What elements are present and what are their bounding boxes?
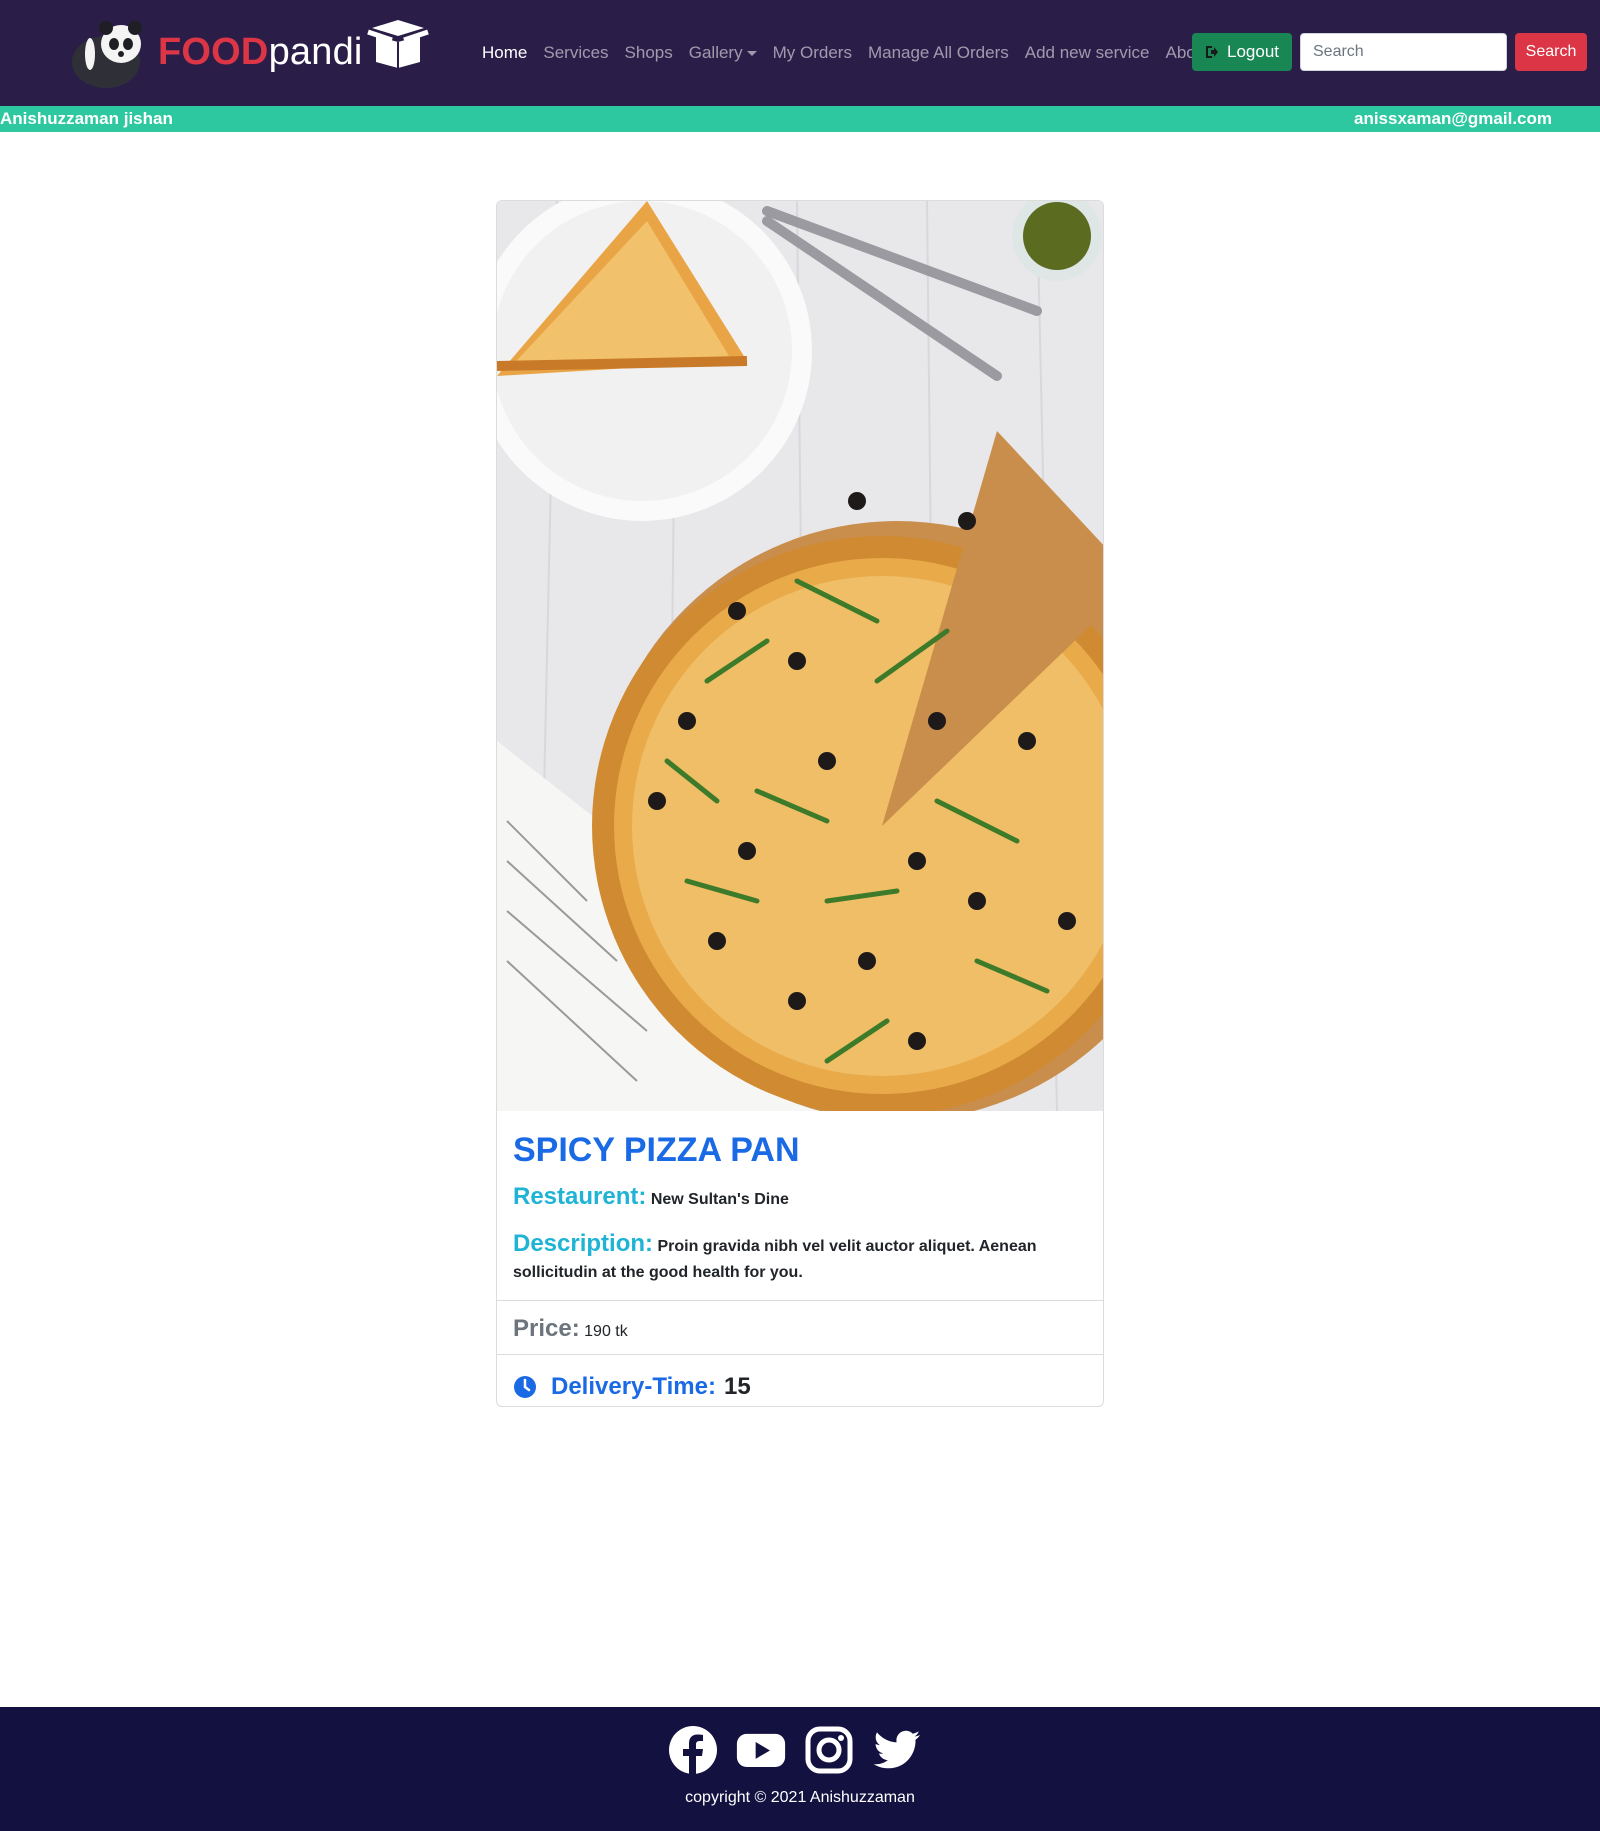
nav-services[interactable]: Services: [535, 43, 616, 63]
panda-logo-icon: [72, 21, 142, 88]
brand-pandi: pandi: [268, 30, 363, 73]
nav-gallery-label: Gallery: [688, 43, 743, 62]
nav-manage-all-orders[interactable]: Manage All Orders: [860, 43, 1017, 63]
price-label: Price:: [513, 1315, 580, 1342]
twitter-icon[interactable]: [872, 1725, 922, 1775]
youtube-icon[interactable]: [736, 1725, 786, 1775]
copyright-text: copyright © 2021 Anishuzzaman: [685, 1789, 915, 1806]
brand-name: FOOD pandi: [158, 31, 363, 74]
user-name: Anishuzzaman jishan: [0, 109, 173, 128]
user-email: anissxaman@gmail.com: [1354, 109, 1552, 128]
nav-add-new-service[interactable]: Add new service: [1017, 43, 1158, 63]
box-open-icon: [367, 20, 429, 68]
logout-button[interactable]: Logout: [1192, 33, 1292, 71]
brand-logo[interactable]: FOOD pandi: [66, 14, 436, 90]
caret-down-icon: [746, 51, 757, 57]
price-value: 190 tk: [584, 1323, 628, 1340]
search-input[interactable]: [1300, 33, 1507, 71]
logout-label: Logout: [1227, 42, 1279, 61]
nav-my-orders[interactable]: My Orders: [765, 43, 860, 63]
sign-out-icon: [1206, 46, 1218, 58]
service-card: SPICY PIZZA PAN Restaurent: New Sultan's…: [496, 200, 1104, 1407]
delivery-label: Delivery-Time:: [551, 1373, 716, 1400]
nav-gallery-dropdown[interactable]: Gallery: [681, 43, 765, 63]
restaurant-name: New Sultan's Dine: [650, 1191, 789, 1208]
delivery-row: Delivery-Time: 15: [497, 1355, 1103, 1406]
nav-shops[interactable]: Shops: [617, 43, 681, 63]
search-button[interactable]: Search: [1515, 33, 1587, 71]
navbar: FOOD pandi Home Services Shops Gallery My…: [0, 0, 1600, 106]
instagram-icon[interactable]: [804, 1725, 854, 1775]
clock-icon: [514, 1376, 536, 1398]
social-links: [668, 1725, 922, 1775]
nav-links: Home Services Shops Gallery My Orders Ma…: [474, 40, 1241, 66]
price-row: Price: 190 tk: [497, 1301, 1103, 1355]
brand-food: FOOD: [158, 30, 269, 73]
delivery-time: 15: [723, 1373, 751, 1400]
facebook-icon[interactable]: [668, 1725, 718, 1775]
restaurant-line: Restaurent: New Sultan's Dine: [513, 1184, 1087, 1213]
user-bar: Anishuzzaman jishan anissxaman@gmail.com: [0, 106, 1600, 132]
description-label: Description:: [513, 1230, 654, 1257]
card-body: SPICY PIZZA PAN Restaurent: New Sultan's…: [497, 1111, 1103, 1301]
service-title: SPICY PIZZA PAN: [513, 1131, 800, 1169]
nav-home[interactable]: Home: [474, 43, 535, 63]
restaurant-label: Restaurent:: [513, 1183, 647, 1210]
description-line: Description: Proin gravida nibh vel veli…: [513, 1231, 1087, 1286]
pizza-image: [497, 201, 1103, 1111]
footer: copyright © 2021 Anishuzzaman: [0, 1707, 1600, 1831]
